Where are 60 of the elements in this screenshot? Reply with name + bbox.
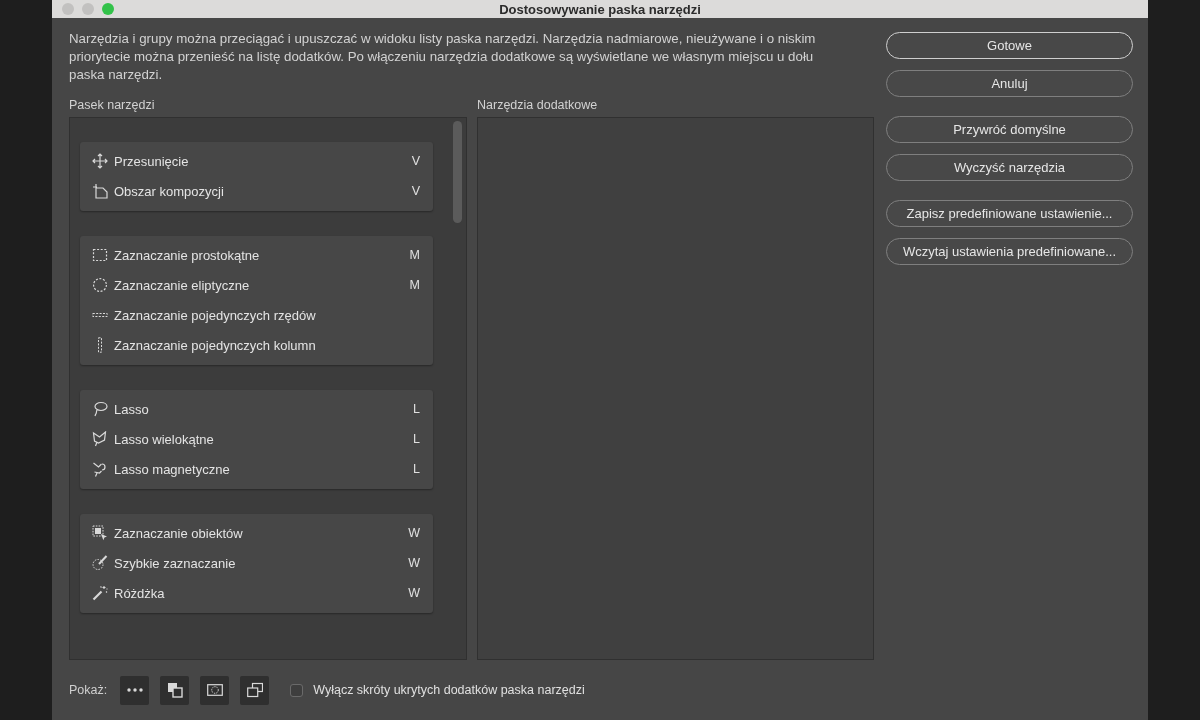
tool-name[interactable]: Lasso magnetyczne: [114, 461, 230, 477]
show-label: Pokaż:: [69, 683, 108, 697]
shortcut-key: M: [409, 248, 420, 262]
shortcut-key: W: [408, 586, 420, 600]
view-toggle-button[interactable]: [120, 675, 150, 705]
tool-name[interactable]: Zaznaczanie obiektów: [114, 525, 243, 541]
shortcut-key: W: [408, 526, 420, 540]
view-toggle-button[interactable]: [200, 675, 230, 705]
tool-name[interactable]: Przesunięcie: [114, 153, 189, 169]
tool-name[interactable]: Obszar kompozycji: [114, 183, 224, 199]
dialog-button[interactable]: Gotowe: [886, 32, 1133, 59]
shortcut-key: V: [411, 184, 420, 198]
tool-name[interactable]: Lasso: [114, 401, 149, 417]
dialog-button[interactable]: Wczytaj ustawienia predefiniowane...: [886, 238, 1133, 265]
dialog-button[interactable]: Przywróć domyślne: [886, 116, 1133, 143]
minimize-button[interactable]: [82, 3, 94, 15]
tool-name[interactable]: Zaznaczanie eliptyczne: [114, 277, 250, 293]
magnetic-lasso-icon: [92, 461, 108, 477]
dashed-circle-frame-icon: [206, 682, 223, 698]
shortcut-key: L: [413, 402, 420, 416]
object-selection-icon: [92, 525, 108, 541]
dialog-button[interactable]: Anuluj: [886, 70, 1133, 97]
panel-label: Narzędzia dodatkowe: [477, 97, 598, 113]
view-toggle-button[interactable]: [240, 675, 270, 705]
scrollbar[interactable]: [453, 121, 462, 223]
tool-group-card[interactable]: Zaznaczanie prostokątne M Zaznaczanie eliptyczne M Zaznaczanie pojedynczych rzędów Zaznaczanie pojedynczych kolumn: [80, 236, 433, 365]
description-text: Narzędzia i grupy można przeciągać i upuszczać w widoku listy paska narzędzi. Narzędzia nadmiarowe, nieużywane i o niskim priorytecie można przenieść na listę dodatków. Po włączeniu narzędzia dodatkowe są wyświetlane we własnym miejscu u dołu paska narzędzi.: [69, 30, 817, 84]
artboard-icon: [92, 183, 108, 199]
magic-wand-icon: [92, 585, 108, 601]
tool-name[interactable]: Zaznaczanie pojedynczych rzędów: [114, 307, 316, 323]
elliptical-marquee-icon: [92, 277, 108, 293]
tool-name[interactable]: Różdżka: [114, 585, 165, 601]
lasso-icon: [92, 401, 108, 417]
panel-label: Pasek narzędzi: [69, 97, 155, 113]
shortcut-key: M: [409, 278, 420, 292]
shortcut-key: L: [413, 462, 420, 476]
shortcut-key: V: [411, 154, 420, 168]
tool-group-card[interactable]: Lasso L Lasso wielokątne L Lasso magnetyczne L: [80, 390, 433, 489]
polygonal-lasso-icon: [92, 431, 108, 447]
move-icon: [92, 153, 108, 169]
tool-name[interactable]: Zaznaczanie prostokątne: [114, 247, 260, 263]
shortcut-key: L: [413, 432, 420, 446]
tool-group-card[interactable]: Przesunięcie V Obszar kompozycji V: [80, 142, 433, 211]
view-toggle-button[interactable]: [160, 675, 190, 705]
rectangle-marquee-icon: [92, 247, 108, 263]
dialog-button[interactable]: Zapisz predefiniowane ustawienie...: [886, 200, 1133, 227]
brush-selection-icon: [92, 555, 108, 571]
tool-name[interactable]: Szybkie zaznaczanie: [114, 555, 236, 571]
tool-name[interactable]: Zaznaczanie pojedynczych kolumn: [114, 337, 316, 353]
dialog-button[interactable]: Wyczyść narzędzia: [886, 154, 1133, 181]
overlapping-squares-icon: [166, 682, 183, 698]
checkbox[interactable]: [290, 683, 304, 697]
close-button[interactable]: [62, 3, 74, 15]
window-title: Dostosowywanie paska narzędzi: [499, 1, 701, 17]
tool-name[interactable]: Lasso wielokątne: [114, 431, 214, 447]
shortcut-key: W: [408, 556, 420, 570]
checkbox-label: Wyłącz skróty ukrytych dodatków paska narzędzi: [313, 683, 585, 697]
overlapping-windows-icon: [246, 682, 263, 698]
maximize-button[interactable]: [102, 3, 114, 15]
tool-group-card[interactable]: Zaznaczanie obiektów W Szybkie zaznaczanie W Różdżka W: [80, 514, 433, 613]
